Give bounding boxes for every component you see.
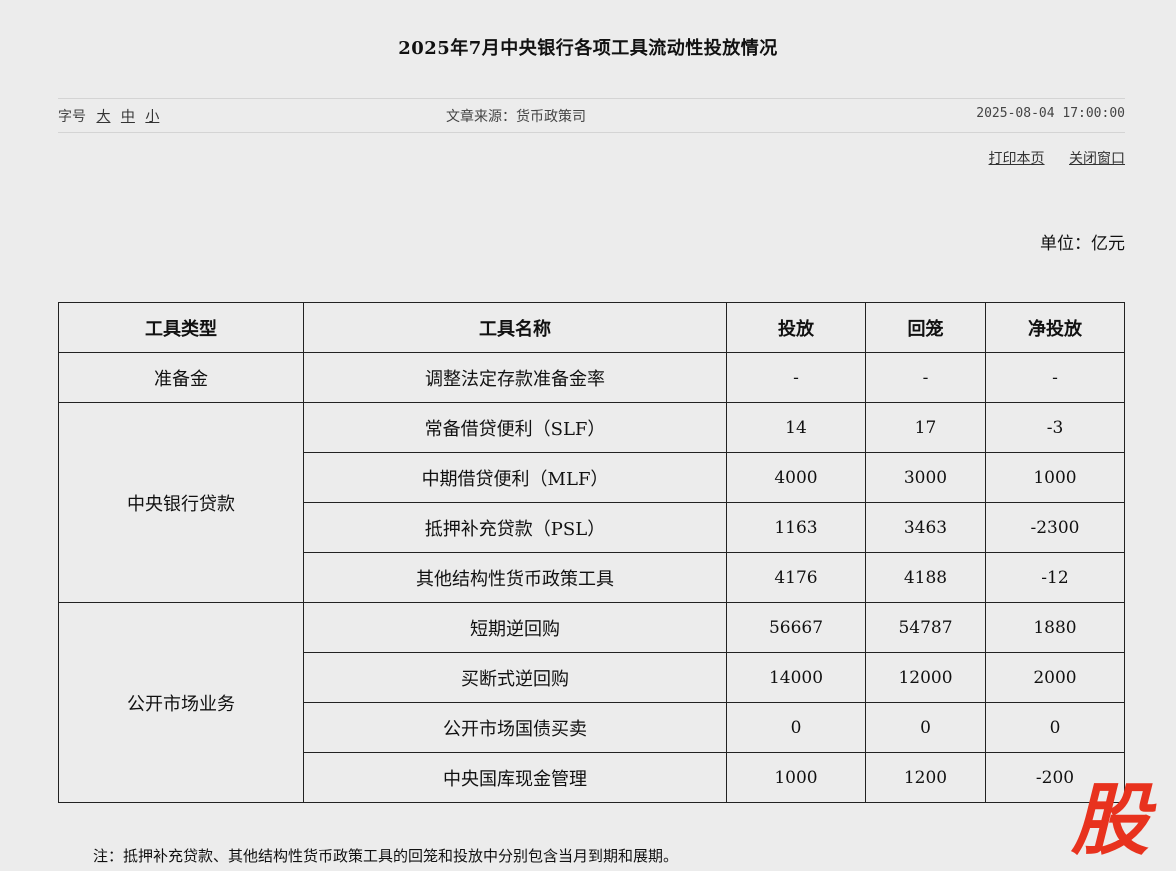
footnote: 注：抵押补充贷款、其他结构性货币政策工具的回笼和投放中分别包含当月到期和展期。 [93, 847, 679, 865]
stock-logo-glyph: 股 [1070, 779, 1157, 855]
article-source: 文章来源：货币政策司 [446, 109, 586, 125]
tool-name-cell: 常备借贷便利（SLF） [303, 402, 727, 453]
tool-name-cell: 中央国库现金管理 [303, 752, 727, 803]
table-row: 公开市场业务 短期逆回购 56667 54787 1880 [58, 602, 1125, 803]
net-cell: 2000 [985, 652, 1125, 703]
tool-name-cell: 买断式逆回购 [303, 652, 727, 703]
withdraw-cell: 0 [865, 702, 986, 753]
liquidity-table: 工具类型 工具名称 投放 回笼 净投放 准备金 调整法定存款准备金率 - - -… [58, 302, 1125, 803]
inject-cell: - [726, 352, 866, 403]
inject-cell: 4000 [726, 452, 866, 503]
withdraw-cell: 1200 [865, 752, 986, 803]
inject-cell: 14000 [726, 652, 866, 703]
withdraw-cell: 17 [865, 402, 986, 453]
net-cell: -12 [985, 552, 1125, 603]
unit-label: 单位：亿元 [1040, 234, 1125, 254]
page-title: 2025年7月中央银行各项工具流动性投放情况 [398, 38, 778, 59]
withdraw-cell: 54787 [865, 602, 986, 653]
inject-cell: 4176 [726, 552, 866, 603]
net-cell: 1000 [985, 452, 1125, 503]
table-row: 中央银行贷款 常备借贷便利（SLF） 14 17 -3 [58, 402, 1125, 603]
stock-logo-icon: 股 [1062, 776, 1158, 866]
tool-name-cell: 中期借贷便利（MLF） [303, 452, 727, 503]
tool-type-cell: 公开市场业务 [58, 602, 304, 803]
tool-name-cell: 抵押补充贷款（PSL） [303, 502, 727, 553]
font-size-small-button[interactable]: 小 [145, 109, 159, 125]
header-inject: 投放 [726, 302, 866, 353]
net-cell: -2300 [985, 502, 1125, 553]
tool-name-cell: 其他结构性货币政策工具 [303, 552, 727, 603]
header-net: 净投放 [985, 302, 1125, 353]
table-header-row: 工具类型 工具名称 投放 回笼 净投放 [58, 302, 1125, 353]
font-size-control: 字号 大 中 小 [58, 106, 159, 126]
withdraw-cell: 3463 [865, 502, 986, 553]
font-size-label: 字号 [58, 109, 86, 125]
tool-type-cell: 中央银行贷款 [58, 402, 304, 603]
withdraw-cell: - [865, 352, 986, 403]
header-tool-type: 工具类型 [58, 302, 304, 353]
tool-name-cell: 调整法定存款准备金率 [303, 352, 727, 403]
inject-cell: 56667 [726, 602, 866, 653]
net-cell: - [985, 352, 1125, 403]
stock-logo-graphic: 股 [1070, 776, 1157, 866]
font-size-medium-button[interactable]: 中 [121, 109, 135, 125]
withdraw-cell: 12000 [865, 652, 986, 703]
publish-date: 2025-08-04 17:00:00 [976, 106, 1125, 121]
print-page-link[interactable]: 打印本页 [989, 151, 1045, 167]
inject-cell: 14 [726, 402, 866, 453]
header-tool-name: 工具名称 [303, 302, 727, 353]
article-meta-bar: 字号 大 中 小 文章来源：货币政策司 2025-08-04 17:00:00 [58, 98, 1125, 133]
tool-type-cell: 准备金 [58, 352, 304, 403]
page-actions: 打印本页 关闭窗口 [969, 148, 1125, 168]
inject-cell: 0 [726, 702, 866, 753]
net-cell: 0 [985, 702, 1125, 753]
close-window-link[interactable]: 关闭窗口 [1069, 151, 1125, 167]
table-row: 准备金 调整法定存款准备金率 - - - [58, 352, 1125, 403]
inject-cell: 1000 [726, 752, 866, 803]
withdraw-cell: 4188 [865, 552, 986, 603]
net-cell: -3 [985, 402, 1125, 453]
tool-name-cell: 公开市场国债买卖 [303, 702, 727, 753]
tool-name-cell: 短期逆回购 [303, 602, 727, 653]
net-cell: 1880 [985, 602, 1125, 653]
header-withdraw: 回笼 [865, 302, 986, 353]
font-size-large-button[interactable]: 大 [96, 109, 110, 125]
withdraw-cell: 3000 [865, 452, 986, 503]
inject-cell: 1163 [726, 502, 866, 553]
